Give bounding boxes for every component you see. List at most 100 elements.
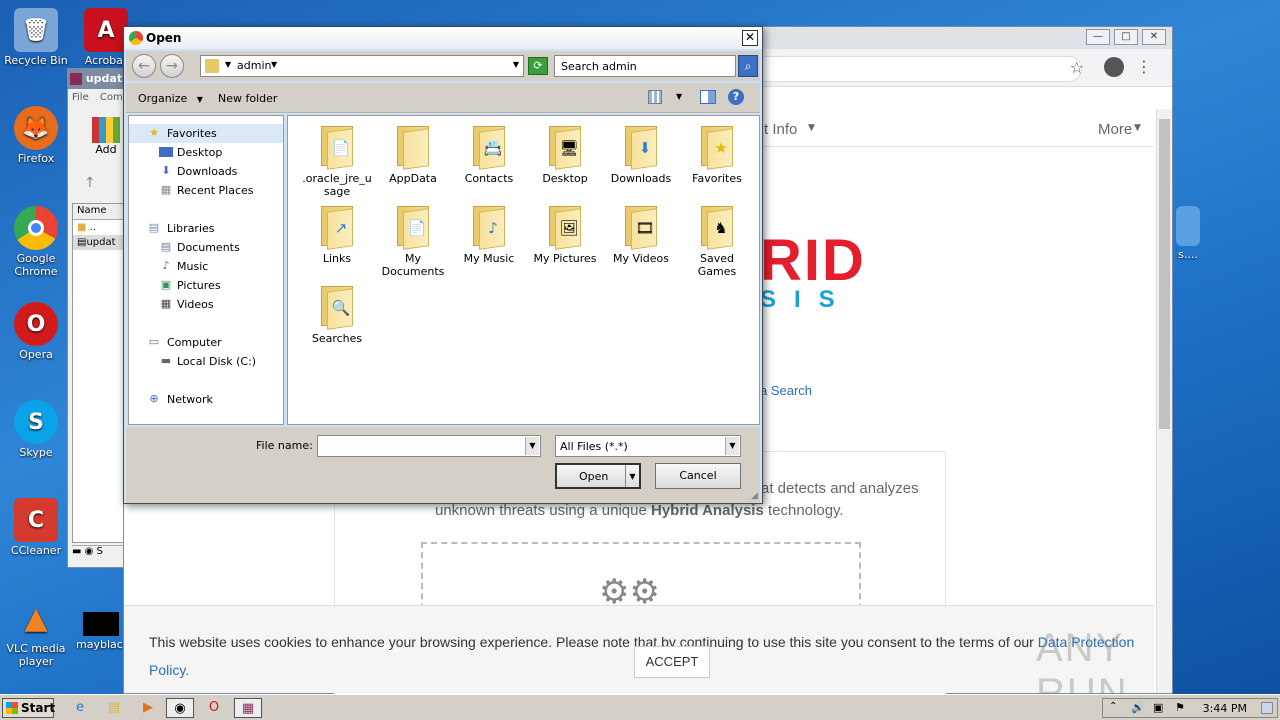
nav-videos[interactable]: ▦ Videos [129, 295, 283, 314]
refresh-button[interactable]: ⟳ [528, 57, 548, 75]
back-button[interactable]: ← [132, 54, 156, 78]
column-header-name[interactable]: Name [73, 204, 127, 220]
search-input[interactable]: Search admin [554, 55, 736, 77]
organize-button[interactable]: Organize ▼ [138, 92, 203, 105]
nav-pictures[interactable]: ▣ Pictures [129, 276, 283, 295]
winrar-statusbar: ▬ ◉ S [72, 545, 128, 561]
folder-item[interactable]: ♪ My Music [454, 204, 524, 265]
search-icon[interactable]: ⌕ [738, 55, 758, 77]
opera-icon: O [14, 302, 58, 346]
chevron-down-icon[interactable]: ▼ [271, 60, 277, 69]
chevron-down-icon[interactable]: ▼ [525, 437, 539, 455]
folder-item[interactable]: ⬇ Downloads [606, 124, 676, 185]
winrar-menu-commands[interactable]: Com [100, 92, 123, 103]
menu-icon[interactable]: ⋮ [1136, 57, 1152, 76]
nav-desktop[interactable]: Desktop [129, 143, 283, 162]
clock[interactable]: 3:44 PM [1203, 702, 1247, 715]
folder-item[interactable]: 📄 My Documents [378, 204, 448, 278]
path-dropdown-icon[interactable]: ▼ [513, 60, 519, 69]
nav-recent-places[interactable]: ▦ Recent Places [129, 181, 283, 200]
folder-item[interactable]: ↗ Links [302, 204, 372, 265]
list-item[interactable]: ▤updat [73, 235, 127, 250]
up-arrow-icon[interactable]: ↑ [84, 175, 96, 191]
open-button[interactable]: Open ▼ [555, 463, 641, 489]
opera-taskbar-icon[interactable]: O [200, 698, 228, 718]
search-link[interactable]: a Search [760, 383, 812, 398]
desktop-icon-vlc[interactable]: ▲ VLC media player [0, 596, 72, 669]
nav-downloads[interactable]: ⬇ Downloads [129, 162, 283, 181]
nav-music[interactable]: ♪ Music [129, 257, 283, 276]
view-icon[interactable] [648, 90, 662, 104]
nav-favorites[interactable]: ★ Favorites [129, 124, 283, 143]
path-segment[interactable]: admin [237, 59, 271, 72]
network-tray-icon[interactable]: ▣ [1153, 701, 1163, 714]
chevron-down-icon[interactable]: ▼ [225, 60, 231, 69]
tray-expand-icon[interactable]: ⌃ [1109, 701, 1117, 712]
show-desktop-button[interactable] [1261, 702, 1273, 714]
folder-item[interactable]: 🔍 Searches [302, 284, 372, 345]
minimize-button[interactable]: — [1086, 29, 1110, 45]
site-logo[interactable]: RID SIS [760, 227, 866, 314]
dialog-titlebar: Open ✕ [124, 27, 762, 49]
scrollbar-thumb[interactable] [1159, 119, 1170, 429]
folder-item[interactable]: 🖼 My Pictures [530, 204, 600, 265]
nav-item-info[interactable]: t Info [764, 121, 797, 138]
desktop-icon-opera[interactable]: O Opera [0, 302, 72, 361]
help-icon[interactable]: ? [728, 89, 744, 105]
list-item[interactable]: ■ .. [73, 220, 127, 235]
nav-documents[interactable]: ▤ Documents [129, 238, 283, 257]
cancel-button[interactable]: Cancel [655, 463, 741, 489]
account-icon[interactable] [1104, 57, 1124, 77]
desktop-icon-ccleaner[interactable]: C CCleaner [0, 498, 72, 557]
searches-folder-icon: 🔍 [319, 284, 355, 330]
nav-network[interactable]: ⊕ Network [129, 390, 283, 409]
accept-button[interactable]: ACCEPT [634, 646, 710, 678]
winrar-add-button[interactable]: Add [88, 117, 124, 156]
winrar-menu-file[interactable]: File [72, 92, 89, 103]
folder-item[interactable]: 🎞 My Videos [606, 204, 676, 265]
preview-pane-icon[interactable] [700, 90, 716, 104]
desktop-icon-mayblack[interactable]: mayblack [76, 612, 126, 651]
desktop-icon-recycle-bin[interactable]: 🗑 Recycle Bin [0, 8, 72, 67]
nav-local-disk[interactable]: ▬ Local Disk (C:) [129, 352, 283, 371]
folder-item[interactable]: ♞ Saved Games [682, 204, 752, 278]
maximize-button[interactable]: □ [1114, 29, 1138, 45]
star-icon[interactable]: ☆ [1070, 58, 1084, 77]
resize-grip-icon[interactable]: ◢ [751, 491, 758, 501]
media-player-icon[interactable]: ▶ [134, 698, 162, 718]
new-folder-button[interactable]: New folder [218, 92, 277, 105]
folder-item[interactable]: 📄 .oracle_jre_usage [302, 124, 372, 198]
path-bar[interactable]: ▼ admin ▼ ▼ [200, 55, 524, 77]
start-button[interactable]: Start [2, 698, 55, 718]
action-center-icon[interactable]: ⚑ [1175, 701, 1185, 714]
folder-item[interactable]: 🖥 Desktop [530, 124, 600, 185]
dialog-close-button[interactable]: ✕ [742, 30, 758, 46]
folder-item[interactable]: 📇 Contacts [454, 124, 524, 185]
close-button[interactable]: ✕ [1142, 29, 1166, 45]
chevron-down-icon[interactable]: ▼ [676, 92, 682, 101]
file-name-input[interactable]: ▼ [317, 435, 541, 457]
chevron-down-icon[interactable]: ▼ [625, 465, 639, 487]
folder-item[interactable]: ★ Favorites [682, 124, 752, 185]
desktop-icon-skype[interactable]: S Skype [0, 400, 72, 459]
winrar-taskbar-icon[interactable]: ▦ [234, 698, 262, 718]
desktop-icon-firefox[interactable]: 🦊 Firefox [0, 106, 72, 165]
desktop-icon-chrome[interactable]: Google Chrome [0, 206, 72, 278]
page-scrollbar[interactable] [1156, 109, 1172, 693]
ie-icon[interactable]: e [66, 698, 94, 718]
winrar-window[interactable]: updat File Com Add ↑ Name ■ .. ▤updat ▬ … [67, 68, 128, 568]
nav-item-more[interactable]: More [1098, 121, 1132, 138]
file-type-select[interactable]: All Files (*.*) ▼ [555, 435, 741, 457]
folder-item[interactable]: AppData [378, 124, 448, 185]
libraries-icon: ▤ [148, 221, 160, 234]
volume-icon[interactable]: 🔊 [1131, 701, 1145, 714]
open-dialog[interactable]: Open ✕ ← → ▼ admin ▼ ▼ ⟳ Search admin ⌕ … [123, 26, 763, 504]
chevron-down-icon[interactable]: ▼ [725, 437, 739, 455]
chrome-taskbar-icon[interactable]: ◉ [166, 698, 194, 718]
desktop-icon-right[interactable]: s.... [1168, 206, 1208, 261]
nav-libraries[interactable]: ▤ Libraries [129, 219, 283, 238]
nav-computer[interactable]: ▭ Computer [129, 333, 283, 352]
windows-logo-icon [6, 702, 18, 714]
forward-button[interactable]: → [160, 54, 184, 78]
explorer-icon[interactable]: ▤ [100, 698, 128, 718]
